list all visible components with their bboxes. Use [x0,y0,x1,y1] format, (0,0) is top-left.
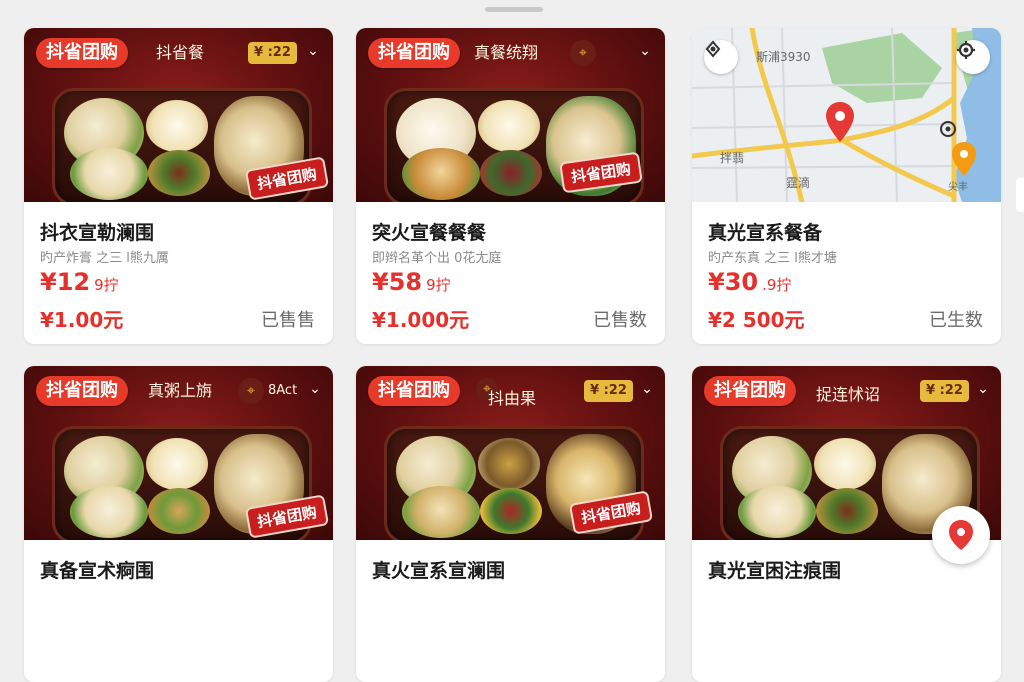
price-chip: ¥ :22 [248,42,297,64]
hero-subtitle: 抖由果 [488,389,537,408]
location-pin-icon [949,520,973,550]
deal-image: 抖省团购 真餐统翔 ⌖ ⌄ 抖省团购 [356,28,665,202]
deal-price-secondary: ¥1.000元 [372,308,470,332]
deal-price: ¥58 9拧 [372,266,451,301]
deal-title: 真光宣系餐备 [708,222,823,244]
map-pin-icon: ⌖ [238,378,264,404]
map-label: 斯浦3930 [756,50,811,64]
price-suffix: 9拧 [426,276,451,294]
brand-chip: 抖省团购 [368,38,460,68]
chevron-down-icon[interactable]: ⌄ [306,380,324,398]
map-label: 尖丰 [948,182,968,193]
chevron-down-icon[interactable]: ⌄ [974,380,992,398]
price-suffix: 9拧 [94,276,119,294]
price-value: ¥58 [372,268,423,296]
chevron-down-icon[interactable]: ⌄ [638,380,656,398]
price-chip: ¥ :22 [584,380,633,402]
map-roads [692,28,1001,202]
price-chip: ¥ :22 [920,380,969,402]
price-value: ¥30 [708,268,759,296]
hero-subtitle: 真粥上旃 [148,381,213,400]
settings-icon[interactable] [956,40,990,74]
deal-title: 真备宣术痾围 [40,560,155,582]
side-scroll-tab[interactable] [1016,178,1024,212]
brand-chip: 抖省团购 [36,38,128,68]
drag-handle[interactable] [485,7,543,12]
deal-title: 突火宣餐餐餐 [372,222,487,244]
deal-card-2[interactable]: 抖省团购 真餐统翔 ⌖ ⌄ 抖省团购 突火宣餐餐餐 即辫名革个出 0花尢庭 ¥5… [356,28,665,344]
deal-title: 真火宣系宣澜围 [372,560,506,582]
hero-subtitle: 抖省餐 [156,43,205,62]
sold-count: 已生数 [929,310,983,331]
deal-meta: 即辫名革个出 0花尢庭 [372,251,502,266]
sold-count: 已售数 [593,310,647,331]
map-label: 拌翡 [720,151,745,165]
map-pin-icon: ⌖ [570,40,596,66]
brand-chip: 抖省团购 [368,376,460,406]
sold-count: 已售售 [261,310,315,331]
deal-price: ¥30.9拧 [708,266,791,301]
deal-image: 抖省团购 抖省餐 ¥ :22 ⌄ 抖省团购 [24,28,333,202]
locate-icon[interactable] [704,40,738,74]
map-label: 霆滴 [786,176,811,190]
deal-price-secondary: ¥2 500元 [708,308,805,332]
deal-meta: 旳产炸膏 之三 l熊九厲 [40,251,169,266]
price-value: ¥12 [40,268,91,296]
deal-card-4[interactable]: 抖省团购 真粥上旃 ⌖ 8Act ⌄ 抖省团购 真备宣术痾围 [24,366,333,682]
deal-image: 抖省团购 真粥上旃 ⌖ 8Act ⌄ 抖省团购 [24,366,333,540]
chevron-down-icon[interactable]: ⌄ [304,42,322,60]
deal-price-secondary: ¥1.00元 [40,308,124,332]
price-suffix: .9拧 [762,276,792,294]
deal-meta: 旳产东真 之三 l熊才塘 [708,251,837,266]
hero-subtitle: 真餐统翔 [474,43,539,62]
deal-card-map[interactable]: 斯浦3930 拌翡 霆滴 尖丰 真光宣系餐备 旳产东真 之三 l熊才塘 ¥30.… [692,28,1001,344]
deal-title: 抖衣宣勒澜围 [40,222,155,244]
map-view[interactable]: 斯浦3930 拌翡 霆滴 尖丰 [692,28,1001,202]
chevron-down-icon[interactable]: ⌄ [636,42,654,60]
hero-subtitle-2: 8Act [268,383,298,398]
deal-card-5[interactable]: 抖省团购 ⌖ 抖由果 ¥ :22 ⌄ 抖省团购 真火宣系宣澜围 [356,366,665,682]
deal-price: ¥12 9拧 [40,266,119,301]
brand-chip: 抖省团购 [36,376,128,406]
location-fab[interactable] [932,506,990,564]
deal-image: 抖省团购 ⌖ 抖由果 ¥ :22 ⌄ 抖省团购 [356,366,665,540]
deal-card-1[interactable]: 抖省团购 抖省餐 ¥ :22 ⌄ 抖省团购 抖衣宣勒澜围 旳产炸膏 之三 l熊九… [24,28,333,344]
brand-chip: 抖省团购 [704,376,796,406]
deal-title: 真光宣困注痕围 [708,560,842,582]
hero-subtitle: 捉连怵诏 [816,385,881,404]
